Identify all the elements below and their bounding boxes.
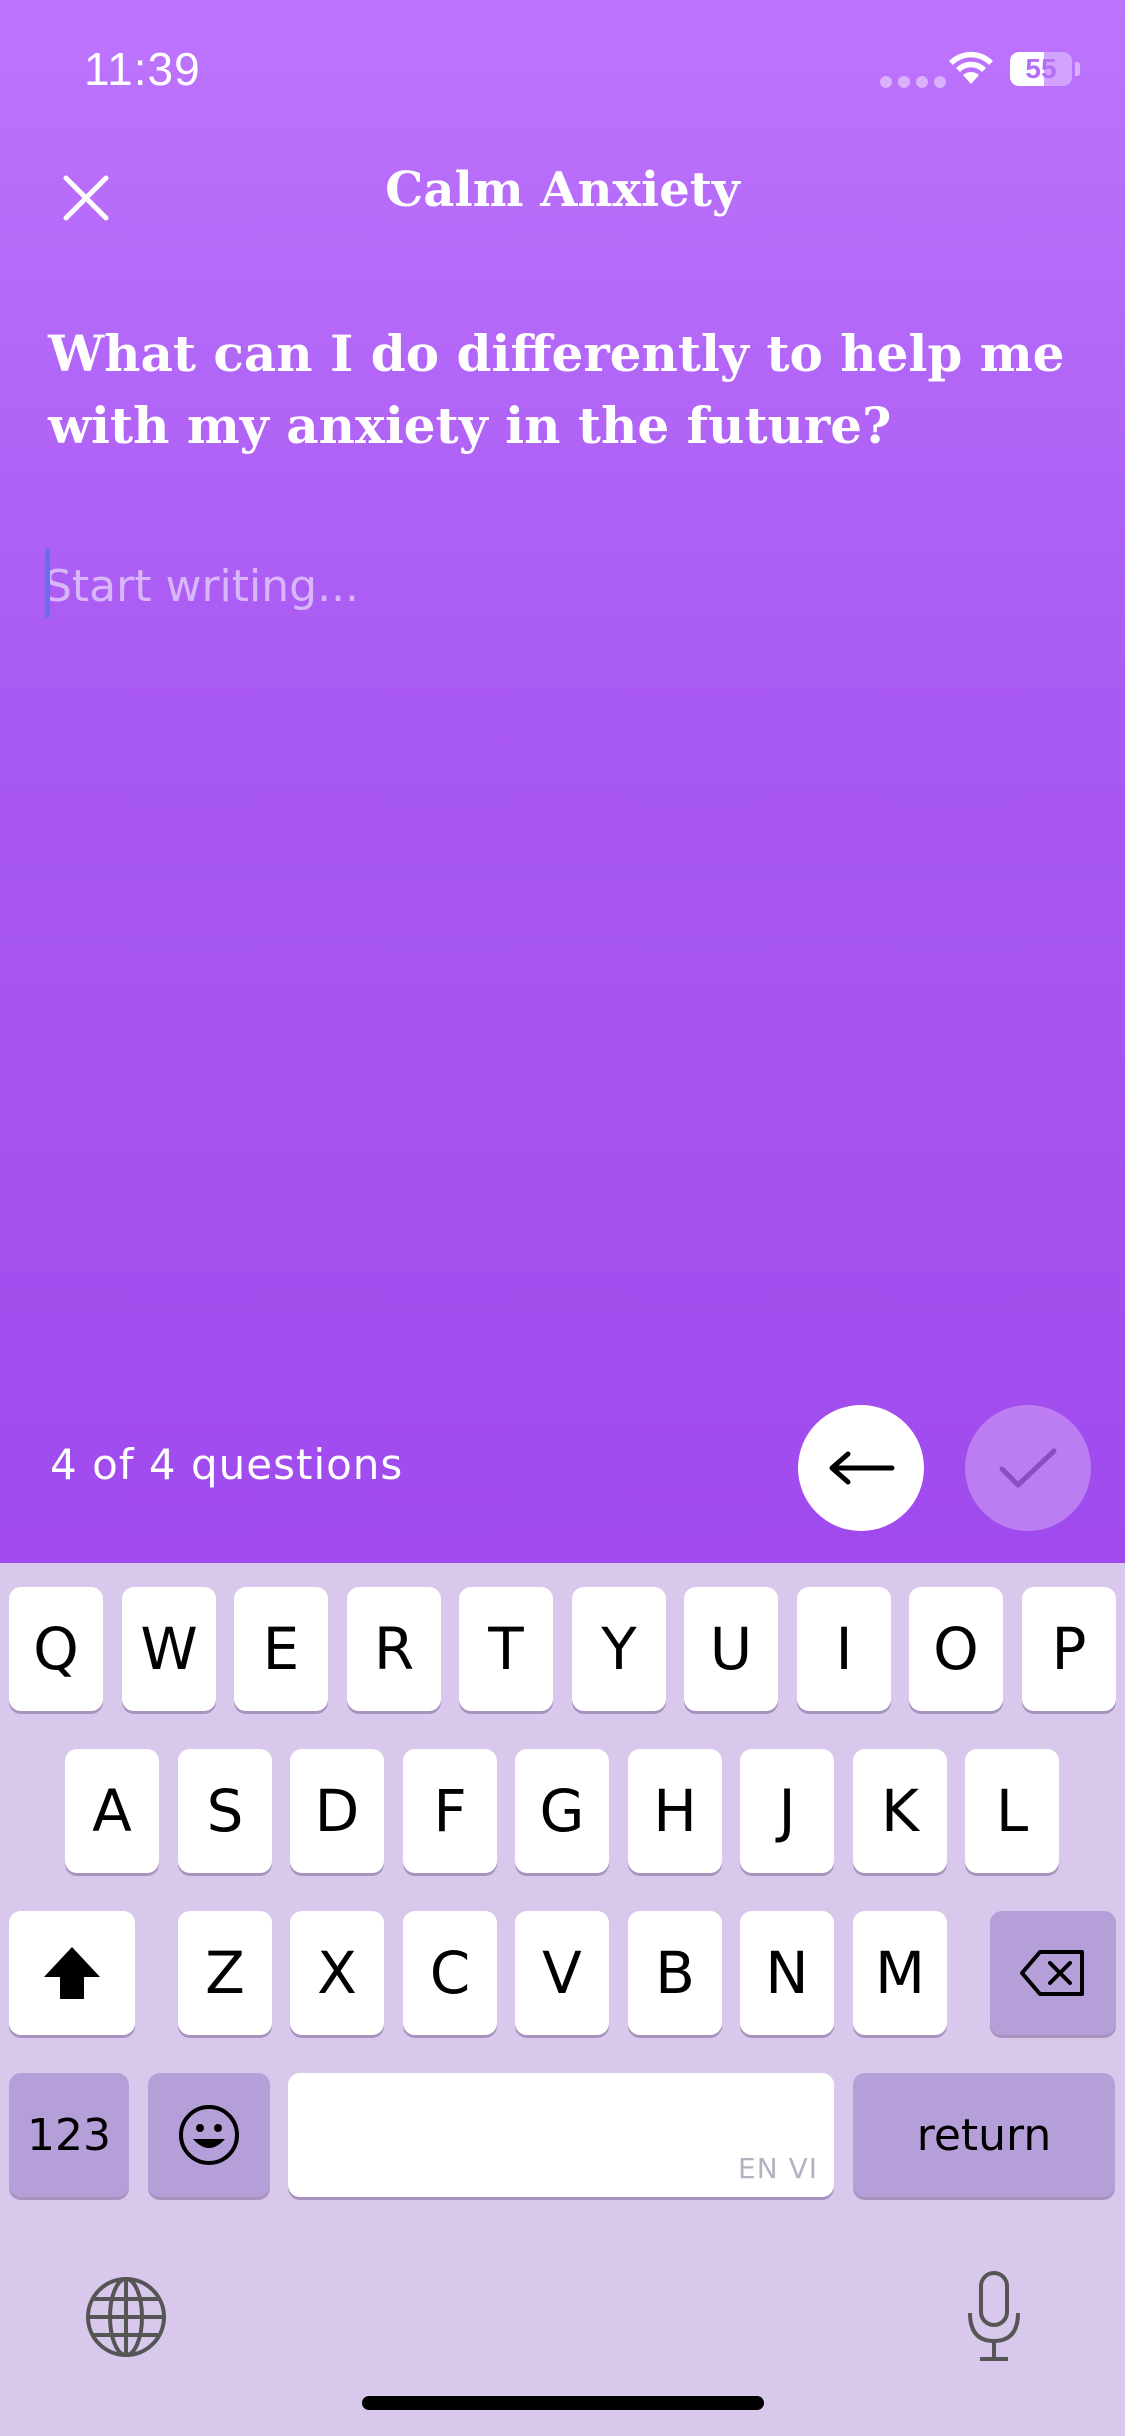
key-k[interactable]: K	[853, 1749, 947, 1873]
battery-label: 55	[1025, 53, 1057, 84]
key-g[interactable]: G	[515, 1749, 609, 1873]
page-title: Calm Anxiety	[385, 162, 740, 218]
key-a[interactable]: A	[65, 1749, 159, 1873]
key-u[interactable]: U	[684, 1587, 778, 1711]
answer-input[interactable]	[44, 546, 1074, 626]
globe-icon	[86, 2277, 166, 2357]
key-v[interactable]: V	[515, 1911, 609, 2035]
return-key[interactable]: return	[853, 2073, 1115, 2197]
key-x[interactable]: X	[290, 1911, 384, 2035]
dictation-button[interactable]	[964, 2269, 1024, 2365]
battery-cap	[1075, 62, 1080, 76]
key-f[interactable]: F	[403, 1749, 497, 1873]
question-progress: 4 of 4 questions	[50, 1440, 404, 1489]
status-bar: 11:39 55	[0, 0, 1125, 140]
shift-key[interactable]	[9, 1911, 135, 2035]
key-o[interactable]: O	[909, 1587, 1003, 1711]
emoji-key[interactable]	[148, 2073, 270, 2197]
key-e[interactable]: E	[234, 1587, 328, 1711]
arrow-left-icon	[829, 1451, 895, 1485]
microphone-icon	[968, 2271, 1020, 2361]
done-button[interactable]	[965, 1405, 1091, 1531]
back-button[interactable]	[798, 1405, 924, 1531]
key-z[interactable]: Z	[178, 1911, 272, 2035]
key-l[interactable]: L	[965, 1749, 1059, 1873]
key-m[interactable]: M	[853, 1911, 947, 2035]
key-i[interactable]: I	[797, 1587, 891, 1711]
cellular-signal-icon	[880, 76, 946, 88]
key-t[interactable]: T	[459, 1587, 553, 1711]
key-y[interactable]: Y	[572, 1587, 666, 1711]
key-d[interactable]: D	[290, 1749, 384, 1873]
key-c[interactable]: C	[403, 1911, 497, 2035]
checkmark-icon	[999, 1448, 1057, 1488]
space-key[interactable]: EN VI	[288, 2073, 834, 2197]
key-h[interactable]: H	[628, 1749, 722, 1873]
shift-icon	[44, 1947, 100, 1999]
status-time: 11:39	[84, 43, 201, 95]
home-indicator[interactable]	[362, 2396, 764, 2410]
emoji-icon	[179, 2105, 239, 2165]
key-n[interactable]: N	[740, 1911, 834, 2035]
numbers-key[interactable]: 123	[9, 2073, 129, 2197]
key-b[interactable]: B	[628, 1911, 722, 2035]
battery-icon: 55	[1010, 52, 1072, 86]
delete-key[interactable]	[990, 1911, 1116, 2035]
question-prompt: What can I do differently to help me wit…	[48, 324, 1065, 455]
globe-button[interactable]	[84, 2275, 168, 2359]
space-language-hint: EN VI	[738, 2152, 818, 2185]
wifi-icon	[949, 51, 993, 84]
keyboard: Q W E R T Y U I O P A S D F G H J K L Z …	[0, 1563, 1125, 2436]
key-q[interactable]: Q	[9, 1587, 103, 1711]
key-r[interactable]: R	[347, 1587, 441, 1711]
key-j[interactable]: J	[740, 1749, 834, 1873]
journal-screen: 11:39 55 Calm Anxiety What can I do diff…	[0, 0, 1125, 1563]
text-caret	[45, 548, 50, 618]
key-p[interactable]: P	[1022, 1587, 1116, 1711]
key-s[interactable]: S	[178, 1749, 272, 1873]
backspace-icon	[1020, 1950, 1084, 1996]
key-w[interactable]: W	[122, 1587, 216, 1711]
